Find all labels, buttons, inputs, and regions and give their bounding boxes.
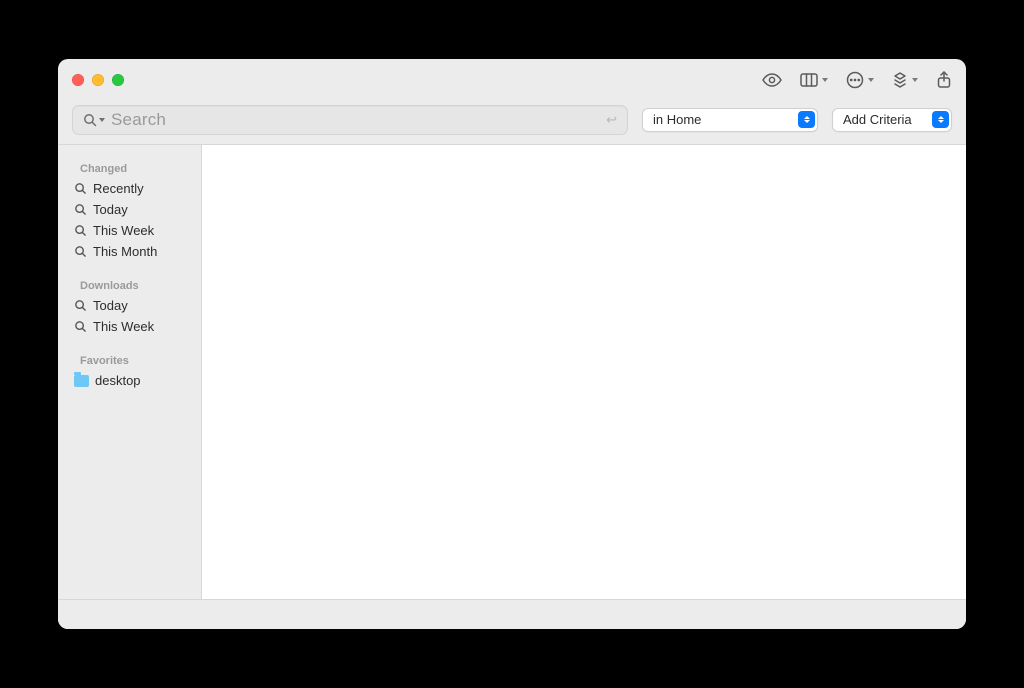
search-icon [74, 320, 87, 333]
search-icon [74, 299, 87, 312]
sidebar-item-label: Recently [93, 181, 144, 196]
minimize-button[interactable] [92, 74, 104, 86]
dropdown-stepper-icon [798, 111, 815, 128]
tags-button[interactable] [892, 71, 918, 89]
share-button[interactable] [936, 71, 952, 89]
search-icon [83, 113, 97, 127]
columns-icon [800, 73, 818, 87]
sidebar-item-label: This Week [93, 223, 154, 238]
view-mode-button[interactable] [800, 73, 828, 87]
chevron-down-icon [912, 78, 918, 82]
search-row: Search ↩ in Home Add Criteria [58, 101, 966, 145]
search-icon [74, 182, 87, 195]
section-title: Downloads [68, 276, 191, 295]
chevron-down-icon [868, 78, 874, 82]
sidebar-item-today[interactable]: Today [68, 199, 191, 220]
tag-stack-icon [892, 71, 908, 89]
sidebar-item-label: This Month [93, 244, 157, 259]
status-bar [58, 599, 966, 629]
sidebar-item-downloads-today[interactable]: Today [68, 295, 191, 316]
body: Changed Recently Today This Week This Mo… [58, 145, 966, 599]
sidebar-item-desktop[interactable]: desktop [68, 370, 191, 391]
sidebar-item-label: Today [93, 298, 128, 313]
folder-icon [74, 375, 89, 387]
share-icon [936, 71, 952, 89]
search-scope-chevron-icon[interactable] [99, 118, 105, 122]
chevron-down-icon [822, 78, 828, 82]
eye-icon [762, 73, 782, 87]
sidebar-item-recently[interactable]: Recently [68, 178, 191, 199]
scope-selected-label: in Home [653, 112, 701, 127]
search-field[interactable]: Search ↩ [72, 105, 628, 135]
zoom-button[interactable] [112, 74, 124, 86]
sidebar-item-label: desktop [95, 373, 141, 388]
sidebar-item-this-month[interactable]: This Month [68, 241, 191, 262]
search-submit-icon[interactable]: ↩ [606, 112, 617, 128]
criteria-label: Add Criteria [843, 112, 912, 127]
sidebar-section-downloads: Downloads Today This Week [68, 276, 191, 337]
sidebar: Changed Recently Today This Week This Mo… [58, 145, 202, 599]
search-icon [74, 224, 87, 237]
traffic-lights [72, 74, 124, 86]
app-window: Search ↩ in Home Add Criteria Changed Re… [58, 59, 966, 629]
sidebar-item-downloads-this-week[interactable]: This Week [68, 316, 191, 337]
toolbar-right [762, 71, 952, 89]
search-placeholder: Search [111, 110, 166, 130]
sidebar-section-favorites: Favorites desktop [68, 351, 191, 391]
sidebar-section-changed: Changed Recently Today This Week This Mo… [68, 159, 191, 262]
section-title: Changed [68, 159, 191, 178]
sidebar-item-label: Today [93, 202, 128, 217]
quicklook-button[interactable] [762, 73, 782, 87]
sidebar-item-this-week[interactable]: This Week [68, 220, 191, 241]
action-menu-button[interactable] [846, 71, 874, 89]
search-icon [74, 245, 87, 258]
more-circle-icon [846, 71, 864, 89]
sidebar-item-label: This Week [93, 319, 154, 334]
section-title: Favorites [68, 351, 191, 370]
titlebar [58, 59, 966, 101]
criteria-dropdown[interactable]: Add Criteria [832, 108, 952, 132]
search-icon [74, 203, 87, 216]
close-button[interactable] [72, 74, 84, 86]
scope-dropdown[interactable]: in Home [642, 108, 818, 132]
dropdown-stepper-icon [932, 111, 949, 128]
content-area[interactable] [202, 145, 966, 599]
